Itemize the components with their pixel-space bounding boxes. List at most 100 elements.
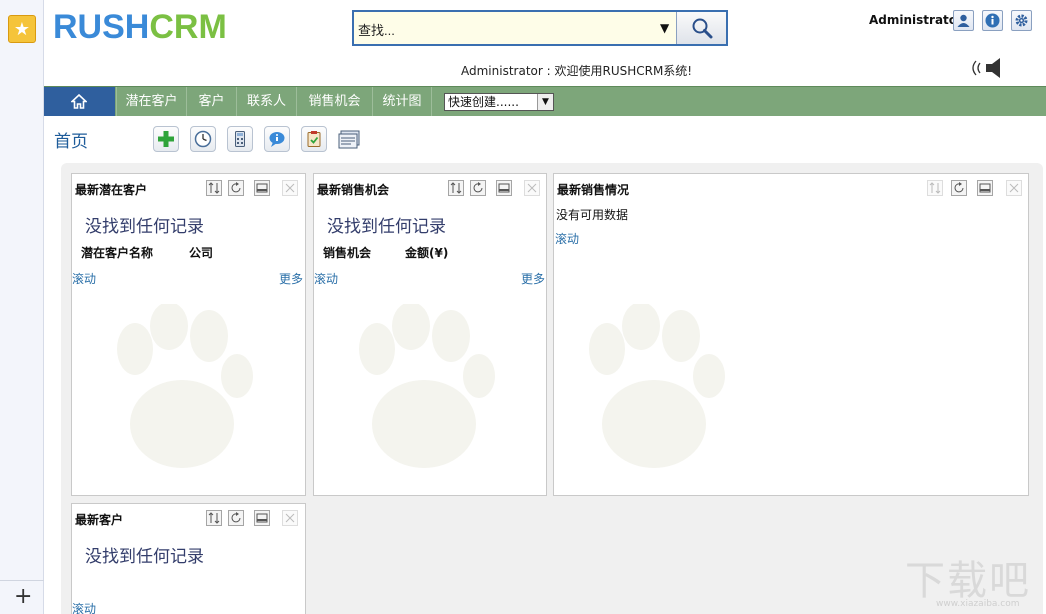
close-icon bbox=[1009, 183, 1019, 193]
refresh-button[interactable] bbox=[228, 180, 244, 196]
close-button[interactable] bbox=[282, 510, 298, 526]
scroll-link[interactable]: 滚动 bbox=[555, 230, 579, 247]
minimize-button[interactable] bbox=[496, 180, 512, 196]
refresh-icon bbox=[231, 182, 241, 193]
rail-divider bbox=[0, 580, 44, 581]
widget-latest-opportunities: 最新销售机会 没找到任何记录 销售机会 金额(¥) 滚动 更多 bbox=[313, 173, 547, 496]
user-icon bbox=[957, 14, 970, 27]
info-icon bbox=[985, 13, 1000, 28]
settings-icon bbox=[1015, 14, 1028, 27]
layout-button[interactable] bbox=[337, 128, 363, 155]
history-button[interactable] bbox=[190, 126, 216, 152]
close-button[interactable] bbox=[524, 180, 540, 196]
minimize-icon bbox=[979, 183, 991, 193]
chat-icon bbox=[269, 132, 285, 147]
sort-button[interactable] bbox=[206, 510, 222, 526]
minimize-button[interactable] bbox=[977, 180, 993, 196]
more-link[interactable]: 更多 bbox=[279, 270, 303, 287]
minimize-button[interactable] bbox=[254, 510, 270, 526]
quick-create-select[interactable]: 快速创建...... ▼ bbox=[444, 93, 554, 111]
close-icon bbox=[285, 513, 295, 523]
close-button[interactable] bbox=[282, 180, 298, 196]
close-button[interactable] bbox=[1006, 180, 1022, 196]
add-button[interactable] bbox=[153, 126, 179, 152]
minimize-icon bbox=[256, 183, 268, 193]
add-panel-plus-icon[interactable]: + bbox=[14, 586, 32, 608]
clock-icon bbox=[194, 130, 212, 148]
minimize-icon bbox=[498, 183, 510, 193]
close-icon bbox=[527, 183, 537, 193]
column-header-amount: 金额(¥) bbox=[405, 246, 449, 260]
refresh-button[interactable] bbox=[228, 510, 244, 526]
paw-watermark-icon bbox=[117, 304, 253, 468]
search-dropdown-caret-icon[interactable]: ▼ bbox=[660, 21, 669, 35]
nav-item-reports[interactable]: 统计图 bbox=[372, 87, 432, 116]
nav-home[interactable] bbox=[44, 87, 115, 116]
widget-title: 最新销售机会 bbox=[317, 183, 390, 197]
sort-button[interactable] bbox=[206, 180, 222, 196]
scroll-link[interactable]: 滚动 bbox=[314, 270, 338, 287]
logo-rush: RUSH bbox=[53, 8, 150, 46]
speaker-icon[interactable] bbox=[968, 56, 1002, 80]
main-nav: 潜在客户 客户 联系人 销售机会 统计图 快速创建...... ▼ bbox=[44, 86, 1046, 116]
refresh-button[interactable] bbox=[951, 180, 967, 196]
quick-create-value: 快速创建...... bbox=[448, 95, 519, 109]
empty-message: 没找到任何记录 bbox=[85, 217, 204, 237]
chevron-down-icon: ▼ bbox=[537, 94, 553, 110]
refresh-icon bbox=[473, 182, 483, 193]
column-header-opportunity: 销售机会 bbox=[323, 246, 372, 260]
info-button[interactable] bbox=[982, 10, 1003, 31]
settings-button[interactable] bbox=[1011, 10, 1032, 31]
nav-item-accounts[interactable]: 客户 bbox=[186, 87, 236, 116]
minimize-icon bbox=[256, 513, 268, 523]
empty-message: 没找到任何记录 bbox=[327, 217, 446, 237]
sort-button[interactable] bbox=[448, 180, 464, 196]
scroll-link[interactable]: 滚动 bbox=[72, 270, 96, 287]
more-link[interactable]: 更多 bbox=[521, 270, 545, 287]
tasks-button[interactable] bbox=[301, 126, 327, 152]
search-button[interactable] bbox=[676, 12, 726, 44]
add-icon bbox=[158, 131, 174, 147]
search-box: ▼ bbox=[352, 10, 728, 46]
app-logo[interactable]: RUSHCRM bbox=[53, 8, 227, 47]
nav-item-leads[interactable]: 潜在客户 bbox=[116, 87, 186, 116]
paw-watermark-icon bbox=[589, 304, 725, 468]
refresh-button[interactable] bbox=[470, 180, 486, 196]
widget-latest-accounts: 最新客户 没找到任何记录 滚动 bbox=[71, 503, 306, 614]
user-name[interactable]: Administrator bbox=[869, 13, 963, 27]
site-watermark-url: www.xiazaiba.com bbox=[936, 599, 1020, 609]
favorites-star-icon[interactable]: ★ bbox=[8, 15, 36, 43]
sort-button[interactable] bbox=[927, 180, 943, 196]
nav-item-contacts[interactable]: 联系人 bbox=[236, 87, 296, 116]
widget-title: 最新客户 bbox=[75, 513, 124, 527]
search-icon bbox=[692, 18, 713, 39]
welcome-message: Administrator : 欢迎使用RUSHCRM系统! bbox=[461, 64, 693, 78]
refresh-icon bbox=[231, 512, 241, 523]
left-rail: ★ + bbox=[0, 0, 44, 614]
widget-title: 最新销售情况 bbox=[557, 183, 630, 197]
empty-message: 没找到任何记录 bbox=[85, 547, 204, 567]
sort-icon bbox=[929, 182, 941, 194]
sort-icon bbox=[208, 512, 220, 524]
widget-header: 最新潜在客户 bbox=[72, 174, 305, 200]
no-data-message: 没有可用数据 bbox=[556, 208, 629, 222]
refresh-icon bbox=[954, 182, 964, 193]
search-input[interactable] bbox=[356, 18, 656, 40]
chat-button[interactable] bbox=[264, 126, 290, 152]
logo-crm: CRM bbox=[149, 8, 227, 46]
minimize-button[interactable] bbox=[254, 180, 270, 196]
widget-latest-sales: 最新销售情况 没有可用数据 滚动 bbox=[553, 173, 1029, 496]
page-title: 首页 bbox=[54, 132, 88, 152]
nav-item-opportunities[interactable]: 销售机会 bbox=[296, 87, 372, 116]
user-profile-button[interactable] bbox=[953, 10, 974, 31]
paw-watermark-icon bbox=[359, 304, 495, 468]
scroll-link[interactable]: 滚动 bbox=[72, 600, 96, 614]
column-header-company: 公司 bbox=[189, 246, 214, 260]
sort-icon bbox=[450, 182, 462, 194]
clipboard-icon bbox=[307, 131, 321, 147]
close-icon bbox=[285, 183, 295, 193]
widget-header: 最新客户 bbox=[72, 504, 305, 530]
calculator-button[interactable] bbox=[227, 126, 253, 152]
home-icon bbox=[71, 94, 87, 109]
widget-title: 最新潜在客户 bbox=[75, 183, 148, 197]
